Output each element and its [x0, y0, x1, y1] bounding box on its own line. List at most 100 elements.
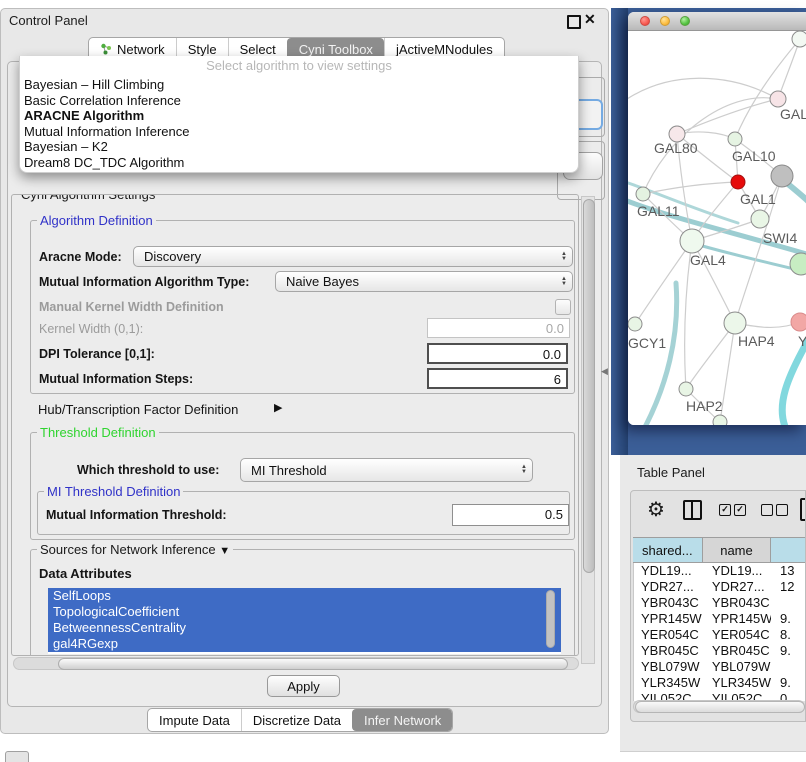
network-canvas[interactable]: GALGAL80GAL10GAL11GAL1SWI4GAL4GCY1HAP4YH… [628, 31, 806, 425]
splitter-collapse-icon[interactable]: ◀ [601, 366, 608, 377]
network-edge[interactable] [635, 241, 692, 324]
tab-impute-data[interactable]: Impute Data [148, 709, 241, 731]
network-node-HAP4[interactable] [724, 312, 746, 334]
tab-label: Impute Data [159, 713, 230, 728]
kernel-width-input[interactable]: 0.0 [427, 318, 570, 338]
network-edge[interactable] [782, 337, 806, 425]
select-all-check-icon[interactable]: ✓ [719, 504, 731, 516]
tab-label: jActiveMNodules [396, 42, 493, 57]
network-node-red-node[interactable] [731, 175, 745, 189]
network-node-SWI4[interactable] [790, 253, 806, 275]
network-node-GCY1[interactable] [628, 317, 642, 331]
aracne-mode-select[interactable]: Discovery ▲▼ [133, 246, 573, 267]
popup-hint: Select algorithm to view settings [20, 56, 578, 77]
algorithm-item[interactable]: Bayesian – Hill Climbing [20, 77, 578, 93]
mi-threshold-input[interactable]: 0.5 [452, 504, 569, 526]
tab-label: Discretize Data [253, 713, 341, 728]
network-node-GAL4[interactable] [680, 229, 704, 253]
algorithm-definition-group: Algorithm Definition Aracne Mode: Discov… [30, 220, 575, 394]
tab-infer-network[interactable]: Infer Network [352, 709, 452, 731]
attribute-list-item[interactable]: SelfLoops [48, 588, 561, 604]
which-threshold-select[interactable]: MI Threshold ▲▼ [240, 458, 533, 482]
zoom-traffic-light-icon[interactable] [680, 16, 690, 26]
manual-kernel-label: Manual Kernel Width Definition [39, 300, 224, 314]
network-node-gray-node[interactable] [771, 165, 793, 187]
new-column-icon[interactable] [800, 498, 806, 521]
hub-definition-label[interactable]: Hub/Transcription Factor Definition [38, 402, 238, 417]
manual-kernel-checkbox[interactable] [555, 299, 571, 315]
cell-value: 12 [771, 579, 806, 595]
table-row[interactable]: YBR043C YBR043C [634, 595, 806, 611]
settings-vertical-scrollbar[interactable] [581, 196, 595, 664]
network-window-titlebar[interactable] [628, 12, 806, 31]
algorithm-item[interactable]: Dream8 DC_TDC Algorithm [20, 155, 578, 171]
network-edge[interactable] [677, 99, 778, 134]
algorithm-item[interactable]: Basic Correlation Inference [20, 93, 578, 109]
table-row[interactable]: YLR345W YLR345W 9. [634, 675, 806, 691]
column-view-icon[interactable] [683, 500, 702, 520]
tab-label: Style [188, 42, 217, 57]
float-window-icon[interactable] [567, 15, 581, 29]
close-icon[interactable]: ✕ [584, 11, 596, 28]
cell-shared-name: YBR043C [634, 595, 703, 611]
tab-discretize-data[interactable]: Discretize Data [241, 709, 352, 731]
table-horizontal-scrollbar[interactable] [633, 700, 805, 713]
gear-icon[interactable]: ⚙ [647, 497, 665, 522]
scrollbar-thumb[interactable] [635, 701, 805, 713]
scrollbar-thumb[interactable] [583, 199, 595, 573]
mi-algorithm-type-select[interactable]: Naive Bayes ▲▼ [275, 271, 573, 292]
network-node-HAP2[interactable] [679, 382, 693, 396]
network-node-GAL11[interactable] [636, 187, 650, 201]
algorithm-item[interactable]: Mutual Information Inference [20, 124, 578, 140]
network-edge[interactable] [686, 323, 735, 389]
cell-name: YDR27... [703, 579, 771, 595]
scrollbar-thumb[interactable] [58, 658, 568, 670]
table-panel-window: Table Panel ⚙ ✓ ✓ shared... name [620, 455, 806, 752]
expand-right-icon[interactable]: ▶ [274, 401, 282, 414]
network-node-gal-cut[interactable] [770, 91, 786, 107]
network-node-top-cut[interactable] [792, 31, 806, 47]
column-header-shared-name[interactable]: shared... [633, 538, 703, 562]
table-row[interactable]: YDR27... YDR27... 12 [634, 579, 806, 595]
collapse-down-icon[interactable]: ▼ [219, 545, 230, 557]
table-row[interactable]: YDL19... YDL19... 13 [634, 563, 806, 579]
settings-horizontal-scrollbar[interactable] [13, 657, 579, 670]
cell-shared-name: YER054C [634, 627, 703, 643]
group-title: Algorithm Definition [37, 213, 156, 228]
close-traffic-light-icon[interactable] [640, 16, 650, 26]
dpi-tolerance-input[interactable]: 0.0 [427, 343, 568, 364]
aracne-mode-label: Aracne Mode: [39, 250, 122, 264]
collapsed-panel-icon[interactable] [5, 751, 29, 762]
network-node-GAL1[interactable] [751, 210, 769, 228]
cell-value: 9. [771, 643, 806, 659]
algorithm-item[interactable]: Bayesian – K2 [20, 139, 578, 155]
network-node-label: GAL [780, 106, 806, 122]
deselect-all-icon[interactable] [776, 504, 788, 516]
attribute-list-item[interactable]: gal4RGexp [48, 636, 561, 652]
network-node-bottom-cut[interactable] [713, 415, 727, 425]
table-row[interactable]: YBR045C YBR045C 9. [634, 643, 806, 659]
algorithm-item[interactable]: ARACNE Algorithm [20, 108, 578, 124]
select-all-check-icon[interactable]: ✓ [734, 504, 746, 516]
network-edge[interactable] [735, 39, 800, 139]
cell-name: YBR043C [703, 595, 771, 611]
network-edge[interactable] [778, 39, 800, 99]
column-header-cut[interactable] [771, 538, 806, 562]
mi-steps-input[interactable]: 6 [427, 368, 568, 389]
combo-arrows-icon: ▲▼ [556, 277, 572, 287]
cell-shared-name: YBR045C [634, 643, 703, 659]
network-node-GAL10[interactable] [728, 132, 742, 146]
table-row[interactable]: YPR145W YPR145W 9. [634, 611, 806, 627]
data-attributes-list[interactable]: SelfLoops TopologicalCoefficient Between… [48, 588, 561, 654]
column-header-name[interactable]: name [703, 538, 772, 562]
attribute-list-item[interactable]: TopologicalCoefficient [48, 604, 561, 620]
minimize-traffic-light-icon[interactable] [660, 16, 670, 26]
attributes-list-scrollbar[interactable] [546, 590, 555, 648]
network-node-salmon-node[interactable] [791, 313, 806, 331]
table-row[interactable]: YER054C YER054C 8. [634, 627, 806, 643]
table-row[interactable]: YBL079W YBL079W [634, 659, 806, 675]
attribute-list-item[interactable]: BetweennessCentrality [48, 620, 561, 636]
deselect-all-icon[interactable] [761, 504, 773, 516]
apply-button[interactable]: Apply [267, 675, 340, 697]
cell-value: 13 [771, 563, 806, 579]
